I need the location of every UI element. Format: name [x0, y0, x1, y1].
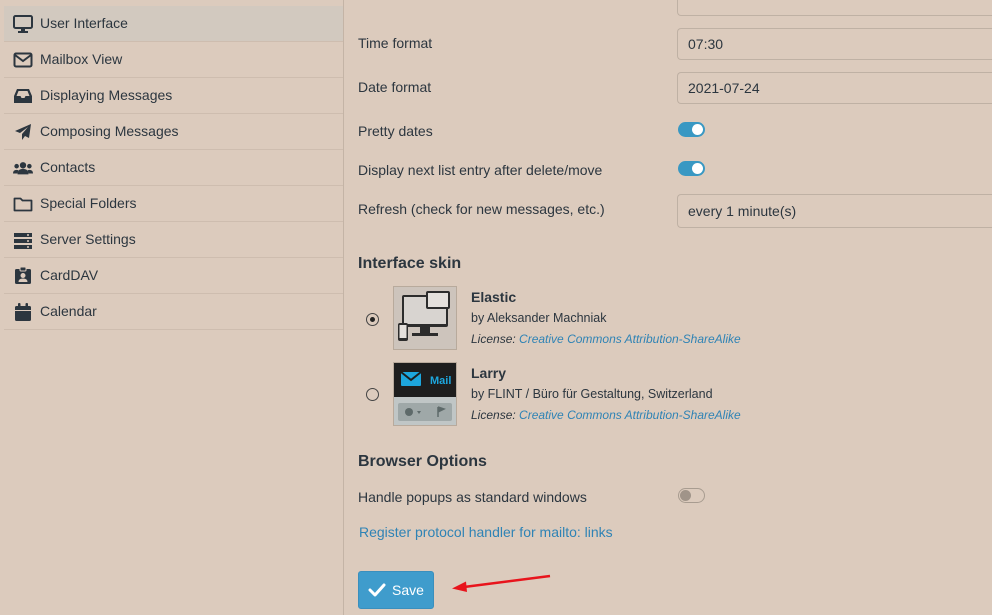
inbox-tray-icon	[13, 87, 33, 105]
skin-elastic-radio[interactable]	[366, 313, 379, 326]
sidebar-item-label: Server Settings	[40, 231, 136, 247]
skin-larry-thumbnail[interactable]: Mail	[393, 362, 457, 426]
sidebar-item-calendar[interactable]: Calendar	[4, 294, 343, 330]
monitor-icon	[13, 15, 33, 33]
sidebar-item-label: Calendar	[40, 303, 97, 319]
sidebar-item-special-folders[interactable]: Special Folders	[4, 186, 343, 222]
popups-label: Handle popups as standard windows	[358, 489, 587, 505]
pretty-dates-label: Pretty dates	[358, 123, 433, 139]
sidebar-item-label: CardDAV	[40, 267, 99, 283]
sidebar-item-server-settings[interactable]: Server Settings	[4, 222, 343, 258]
refresh-select[interactable]: every 1 minute(s)	[677, 194, 992, 228]
folder-icon	[13, 195, 33, 213]
larry-thumb-text: Mail	[430, 375, 451, 387]
sidebar-item-label: Mailbox View	[40, 51, 123, 67]
browser-options-heading: Browser Options	[358, 453, 487, 470]
checkmark-icon	[368, 583, 386, 597]
settings-content: Time format 07:30 Date format 2021-07-24…	[344, 0, 992, 615]
sidebar-item-label: Composing Messages	[40, 123, 179, 139]
sidebar-item-contacts[interactable]: Contacts	[4, 150, 343, 186]
time-format-label: Time format	[358, 35, 433, 51]
skin-larry-radio[interactable]	[366, 388, 379, 401]
sidebar-item-displaying-messages[interactable]: Displaying Messages	[4, 78, 343, 114]
sidebar-item-user-interface[interactable]: User Interface	[4, 6, 343, 42]
license-prefix: License:	[471, 408, 516, 422]
toggle-knob	[692, 163, 703, 174]
users-icon	[13, 159, 33, 177]
scrolled-off-field[interactable]	[677, 0, 992, 16]
id-badge-icon	[13, 267, 33, 285]
sidebar-item-composing-messages[interactable]: Composing Messages	[4, 114, 343, 150]
sidebar-item-label: Contacts	[40, 159, 96, 175]
sidebar-item-label: Special Folders	[40, 195, 137, 211]
register-protocol-handler-link[interactable]: Register protocol handler for mailto: li…	[359, 524, 613, 540]
date-format-select[interactable]: 2021-07-24	[677, 72, 992, 104]
time-format-select[interactable]: 07:30	[677, 28, 992, 60]
save-button[interactable]: Save	[358, 571, 434, 609]
skin-larry-name: Larry	[471, 365, 507, 381]
skin-elastic-license: License: Creative Commons Attribution-Sh…	[471, 332, 741, 346]
toggle-knob	[692, 124, 703, 135]
paper-plane-icon	[13, 123, 33, 141]
date-format-label: Date format	[358, 79, 432, 95]
sidebar-item-label: User Interface	[40, 15, 128, 31]
skin-elastic-license-link[interactable]: Creative Commons Attribution-ShareAlike	[519, 332, 741, 346]
annotation-arrow	[452, 574, 551, 592]
calendar-icon	[13, 303, 33, 321]
interface-skin-heading: Interface skin	[358, 255, 462, 272]
license-prefix: License:	[471, 332, 516, 346]
sidebar-item-carddav[interactable]: CardDAV	[4, 258, 343, 294]
skin-larry-license-link[interactable]: Creative Commons Attribution-ShareAlike	[519, 408, 741, 422]
skin-elastic-name: Elastic	[471, 289, 517, 305]
refresh-label: Refresh (check for new messages, etc.)	[358, 201, 605, 217]
skin-larry-license: License: Creative Commons Attribution-Sh…	[471, 408, 741, 422]
popups-toggle[interactable]	[678, 488, 705, 503]
toggle-knob	[680, 490, 691, 501]
skin-elastic-author: by Aleksander Machniak	[471, 311, 607, 325]
next-entry-label: Display next list entry after delete/mov…	[358, 162, 603, 178]
sidebar-item-label: Displaying Messages	[40, 87, 173, 103]
server-icon	[13, 231, 33, 249]
next-entry-toggle[interactable]	[678, 161, 705, 176]
save-button-label: Save	[392, 582, 424, 598]
sidebar-item-mailbox-view[interactable]: Mailbox View	[4, 42, 343, 78]
settings-sidebar: User Interface Mailbox View Displaying M…	[4, 0, 344, 615]
envelope-icon	[13, 51, 33, 69]
skin-larry-author: by FLINT / Büro für Gestaltung, Switzerl…	[471, 387, 713, 401]
pretty-dates-toggle[interactable]	[678, 122, 705, 137]
skin-elastic-thumbnail[interactable]	[393, 286, 457, 350]
